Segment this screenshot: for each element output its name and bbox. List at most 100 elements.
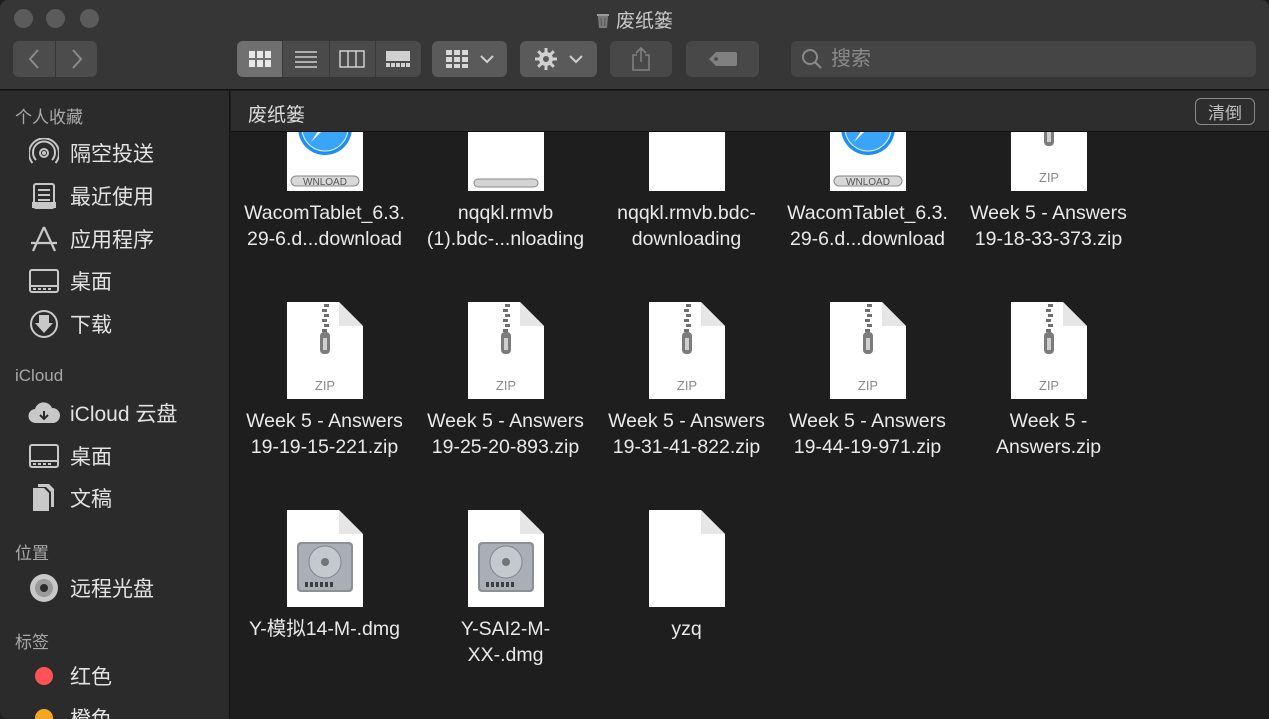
safari-download-icon: WNLOAD <box>830 132 906 191</box>
sidebar-item-label: 最近使用 <box>70 186 154 209</box>
icon-grid-icon <box>248 51 271 67</box>
file-name: Y-模拟14-M-.dmg <box>249 618 400 640</box>
finder-window: 废纸篓 搜索 个人收藏 隔空投送 最近使用 应用程序 桌面 下载 iCloud … <box>0 0 1269 719</box>
file-name: yzq <box>671 618 702 640</box>
sidebar-item-tag-orange[interactable]: 橙色 <box>28 700 112 719</box>
chevron-down-icon <box>479 55 494 64</box>
desktop-icon <box>28 440 60 472</box>
file-name: Week 5 - Answers 19-19-15-221.zip <box>246 410 403 458</box>
empty-trash-button[interactable]: 清倒 <box>1195 98 1255 125</box>
share-icon <box>632 46 650 71</box>
zip-archive-icon: ZIP <box>1011 132 1087 191</box>
desktop-icon <box>28 265 60 297</box>
sidebar-item-icloud-desktop[interactable]: 桌面 <box>28 438 112 474</box>
chevron-right-icon <box>71 49 82 69</box>
toolbar: 废纸篓 <box>0 0 1269 90</box>
file-name: Week 5 - Answers 19-44-19-971.zip <box>789 410 946 458</box>
action-menu-button[interactable] <box>520 41 597 77</box>
file-grid: WNLOAD WacomTablet_6.3. 29-6.d...download… <box>231 132 1269 719</box>
applications-icon <box>28 223 60 255</box>
zip-archive-icon: ZIP <box>830 302 906 399</box>
sidebar-item-documents[interactable]: 文稿 <box>28 480 112 516</box>
file-item[interactable]: Y-SAI2-M- XX-.dmg <box>415 510 596 670</box>
zip-badge-text: ZIP <box>677 378 697 393</box>
remote-disc-icon <box>28 572 60 604</box>
sidebar-section-favorites: 个人收藏 <box>15 108 83 127</box>
file-name: Week 5 - Answers 19-31-41-822.zip <box>608 410 765 458</box>
disk-image-icon <box>468 510 544 607</box>
disk-image-icon <box>287 510 363 607</box>
sidebar-item-desktop[interactable]: 桌面 <box>28 263 112 299</box>
documents-icon <box>28 482 60 514</box>
file-name: Week 5 - Answers 19-18-33-373.zip <box>970 202 1127 250</box>
zip-badge-text: ZIP <box>1039 170 1059 185</box>
list-view-button[interactable] <box>283 41 330 77</box>
sidebar-section-locations: 位置 <box>15 544 49 563</box>
column-view-button[interactable] <box>330 41 376 77</box>
search-input[interactable] <box>831 47 1231 71</box>
file-name: WacomTablet_6.3. 29-6.d...download <box>787 202 948 250</box>
sidebar-item-label: 红色 <box>70 666 112 689</box>
columns-icon <box>339 50 365 68</box>
sidebar-item-label: 文稿 <box>70 488 112 511</box>
sidebar-item-downloads[interactable]: 下载 <box>28 306 112 342</box>
safari-download-icon: WNLOAD <box>287 132 363 191</box>
gallery-view-button[interactable] <box>376 41 421 77</box>
sidebar-item-label: 桌面 <box>70 271 112 294</box>
forward-button[interactable] <box>56 41 97 77</box>
svg-text:WNLOAD: WNLOAD <box>303 177 347 188</box>
sidebar-item-airdrop[interactable]: 隔空投送 <box>28 135 154 171</box>
file-item[interactable]: WNLOAD WacomTablet_6.3. 29-6.d...download <box>777 132 958 254</box>
icon-view-button[interactable] <box>237 41 284 77</box>
icloud-drive-icon <box>28 397 60 429</box>
folder-title: 废纸篓 <box>248 105 306 126</box>
sidebar-section-tags: 标签 <box>15 633 49 652</box>
file-name: nqqkl.rmvb.bdc- downloading <box>617 202 756 250</box>
file-item[interactable]: Y-模拟14-M-.dmg <box>234 510 415 670</box>
sidebar-section-icloud: iCloud <box>15 366 64 385</box>
file-item[interactable]: WNLOAD WacomTablet_6.3. 29-6.d...download <box>234 132 415 254</box>
tag-button[interactable] <box>686 41 759 77</box>
sidebar-item-recents[interactable]: 最近使用 <box>28 178 154 214</box>
file-item[interactable]: yzq <box>596 510 777 670</box>
group-by-button[interactable] <box>432 41 507 77</box>
recents-icon <box>28 180 60 212</box>
back-button[interactable] <box>13 41 55 77</box>
file-item[interactable]: ZIP Week 5 - Answers 19-19-15-221.zip <box>234 302 415 462</box>
sidebar-item-label: 远程光盘 <box>70 578 154 601</box>
chevron-down-icon <box>568 55 583 64</box>
partial-download-icon <box>468 132 544 191</box>
file-item[interactable]: ZIP Week 5 - Answers 19-31-41-822.zip <box>596 302 777 462</box>
sidebar-item-tag-red[interactable]: 红色 <box>28 658 112 694</box>
airdrop-icon <box>28 137 60 169</box>
sidebar-item-label: 橙色 <box>70 703 112 719</box>
search-field[interactable] <box>791 41 1256 77</box>
sidebar-item-label: 下载 <box>70 314 112 337</box>
window-title: 废纸篓 <box>0 6 1269 33</box>
share-button[interactable] <box>610 41 672 77</box>
document-icon <box>649 132 725 191</box>
sidebar-item-icloud-drive[interactable]: iCloud 云盘 <box>28 395 177 431</box>
file-item[interactable]: ZIP Week 5 - Answers.zip <box>958 302 1139 462</box>
file-name: Y-SAI2-M- XX-.dmg <box>460 618 551 666</box>
list-icon <box>294 51 317 68</box>
zip-badge-text: ZIP <box>315 378 335 393</box>
sidebar-item-label: 应用程序 <box>70 229 154 252</box>
trash-icon <box>596 14 609 28</box>
zip-badge-text: ZIP <box>1039 378 1059 393</box>
sidebar: 个人收藏 隔空投送 最近使用 应用程序 桌面 下载 iCloud iCloud … <box>0 91 230 719</box>
sidebar-item-remote-disc[interactable]: 远程光盘 <box>28 570 154 606</box>
file-item[interactable]: ZIP Week 5 - Answers 19-18-33-373.zip <box>958 132 1139 254</box>
sidebar-item-applications[interactable]: 应用程序 <box>28 221 154 257</box>
search-icon <box>802 49 822 69</box>
group-grid-icon <box>445 50 468 68</box>
file-item[interactable]: nqqkl.rmvb (1).bdc-...nloading <box>415 132 596 254</box>
file-item[interactable]: nqqkl.rmvb.bdc- downloading <box>596 132 777 254</box>
file-item[interactable]: ZIP Week 5 - Answers 19-25-20-893.zip <box>415 302 596 462</box>
red-tag-dot-icon <box>35 667 53 685</box>
sidebar-item-label: 桌面 <box>70 446 112 469</box>
file-item[interactable]: ZIP Week 5 - Answers 19-44-19-971.zip <box>777 302 958 462</box>
document-icon <box>649 510 725 607</box>
path-bar: 废纸篓 清倒 <box>231 91 1269 132</box>
tag-icon <box>708 52 737 66</box>
